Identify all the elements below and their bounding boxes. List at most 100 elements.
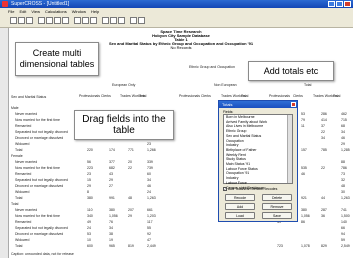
add-button[interactable]: Add bbox=[225, 203, 255, 210]
section-header: Total bbox=[11, 202, 19, 206]
table-row[interactable]: Total380991481,263380921441,263 bbox=[9, 196, 353, 201]
table-row[interactable]: Separated but not legally divorced 15 29 34… bbox=[9, 178, 353, 183]
table-cell: 46 bbox=[147, 184, 151, 188]
table-row[interactable]: Remarried234360264673 bbox=[9, 172, 353, 177]
table-cell: 11 bbox=[301, 124, 305, 128]
menu-calculations[interactable]: Calculations bbox=[45, 8, 67, 15]
table-cell: 829 bbox=[321, 244, 327, 248]
table-row[interactable]: Separated but not legally divorced 24 34 55… bbox=[9, 226, 353, 231]
table-row[interactable]: Separated but not legally divorced222234 bbox=[9, 130, 353, 135]
table-row[interactable]: Divorced or marriage dissolved543446 bbox=[9, 136, 353, 141]
row-label: Widowed bbox=[15, 238, 30, 242]
table-cell: 29 bbox=[109, 178, 113, 182]
table-cell: 10 bbox=[87, 238, 91, 242]
table-cell: 140 bbox=[341, 220, 347, 224]
subcol-header: Total bbox=[139, 94, 147, 98]
toolbar bbox=[0, 15, 353, 28]
table-cell: 600 bbox=[87, 244, 93, 248]
table-cell: 380 bbox=[87, 196, 93, 200]
menu-view[interactable]: View bbox=[31, 8, 40, 15]
group-non-european: Non European bbox=[214, 83, 237, 87]
table-cell: 1,266 bbox=[147, 148, 156, 152]
delete-button[interactable]: Delete bbox=[262, 194, 292, 201]
table-cell: 1,056 bbox=[109, 214, 118, 218]
default-recodes-option[interactable]: ✓ Add Total With Default Recodes bbox=[223, 187, 277, 191]
table-cell: 66 bbox=[341, 226, 345, 230]
new-icon[interactable] bbox=[10, 17, 17, 24]
table-cell: 2,549 bbox=[341, 244, 350, 248]
table-cell: 68 bbox=[341, 124, 345, 128]
table-cell: 715 bbox=[341, 118, 347, 122]
table-cell: 92 bbox=[147, 232, 151, 236]
fields-list[interactable]: Born in Melbourne Arrived Family about Wo… bbox=[223, 114, 293, 190]
zoom-icon[interactable] bbox=[130, 17, 137, 24]
table-cell: 53 bbox=[87, 232, 91, 236]
table-row[interactable]: Now married for the first time 223 682 22 73… bbox=[9, 166, 353, 171]
fields-list-scrollbar[interactable] bbox=[287, 115, 292, 183]
graph-icon[interactable] bbox=[82, 17, 89, 24]
table-cell: 44 bbox=[321, 196, 325, 200]
table-row[interactable]: Widowed 23 29 bbox=[9, 142, 353, 147]
load-button[interactable]: Load bbox=[225, 212, 255, 219]
table-cell: 94 bbox=[341, 232, 345, 236]
sum-icon[interactable] bbox=[102, 17, 109, 24]
table-cell: 380 bbox=[301, 208, 307, 212]
table-row[interactable]: Remarried233357113768 bbox=[9, 124, 353, 129]
print-icon[interactable] bbox=[38, 17, 45, 24]
table-cell: 79 bbox=[301, 118, 305, 122]
table-cell: 34 bbox=[341, 130, 345, 134]
checkbox-icon[interactable]: ✓ bbox=[223, 187, 227, 191]
recode-button[interactable]: Recode bbox=[225, 194, 255, 201]
cut-icon[interactable] bbox=[46, 17, 53, 24]
copy-icon[interactable] bbox=[54, 17, 61, 24]
table-cell: 43 bbox=[109, 172, 113, 176]
table-icon[interactable] bbox=[74, 17, 81, 24]
dialog-close-icon[interactable] bbox=[291, 102, 296, 107]
table-cell: 921 bbox=[301, 196, 307, 200]
table-row[interactable]: Divorced or marriage dissolved 53 38 92 94 bbox=[9, 232, 353, 237]
table-row[interactable]: Total 600 965 819 2,449 723 1,078 829 2,549 bbox=[9, 244, 353, 249]
table-row[interactable]: Now married for the first time4842267941… bbox=[9, 118, 353, 123]
menu-window[interactable]: Window bbox=[72, 8, 86, 15]
row-label: Separated but not legally divorced bbox=[15, 130, 68, 134]
percent-icon[interactable] bbox=[110, 17, 117, 24]
save-icon[interactable] bbox=[26, 17, 33, 24]
menu-edit[interactable]: Edit bbox=[19, 8, 26, 15]
table-cell: 19 bbox=[109, 238, 113, 242]
close-button[interactable] bbox=[344, 1, 351, 7]
save-button[interactable]: Save bbox=[262, 212, 292, 219]
row-label: Divorced or marriage dissolved bbox=[15, 232, 64, 236]
maximize-button[interactable] bbox=[336, 1, 343, 7]
table-row[interactable]: Never married18422003676153286462 bbox=[9, 112, 353, 117]
table-cell: 723 bbox=[277, 244, 283, 248]
totals-dialog: Totals Fields: Born in Melbourne Arrived … bbox=[218, 100, 298, 222]
minimize-button[interactable] bbox=[328, 1, 335, 7]
table-row[interactable]: Total2201747711,2663431577851,285 bbox=[9, 148, 353, 153]
map-icon[interactable] bbox=[90, 17, 97, 24]
table-cell: 88 bbox=[341, 160, 345, 164]
subcol-header: Professionals bbox=[79, 94, 101, 98]
menu-bar: File Edit View Calculations Window Help bbox=[0, 8, 353, 15]
table-row[interactable]: Remarried 49 76 117 49 86 140 bbox=[9, 220, 353, 225]
menu-help[interactable]: Help bbox=[91, 8, 99, 15]
table-cell: 1,263 bbox=[341, 196, 350, 200]
menu-file[interactable]: File bbox=[8, 8, 14, 15]
table-row[interactable]: Now married for the first time 340 1,056 29… bbox=[9, 214, 353, 219]
table-cell: 24 bbox=[147, 190, 151, 194]
row-label: Remarried bbox=[15, 124, 32, 128]
table-row[interactable]: Divorced or marriage dissolved 29 27 46 48 bbox=[9, 184, 353, 189]
subcol-header: Total bbox=[241, 94, 249, 98]
table-cell: 49 bbox=[87, 220, 91, 224]
remove-button[interactable]: Remove bbox=[262, 203, 292, 210]
paste-icon[interactable] bbox=[62, 17, 69, 24]
sort-icon[interactable] bbox=[118, 17, 125, 24]
help-icon[interactable] bbox=[138, 17, 145, 24]
table-row[interactable]: Never married110380207661114380287741 bbox=[9, 208, 353, 213]
open-icon[interactable] bbox=[18, 17, 25, 24]
callout-add-totals: Add totals etc bbox=[248, 61, 334, 81]
row-label: Remarried bbox=[15, 220, 32, 224]
table-row[interactable]: Widowed 8 24 30 bbox=[9, 190, 353, 195]
table-row[interactable]: Widowed 10 19 47 59 bbox=[9, 238, 353, 243]
table-row[interactable]: Never married 56 377 20 339 88 bbox=[9, 160, 353, 165]
table-cell: 223 bbox=[87, 166, 93, 170]
